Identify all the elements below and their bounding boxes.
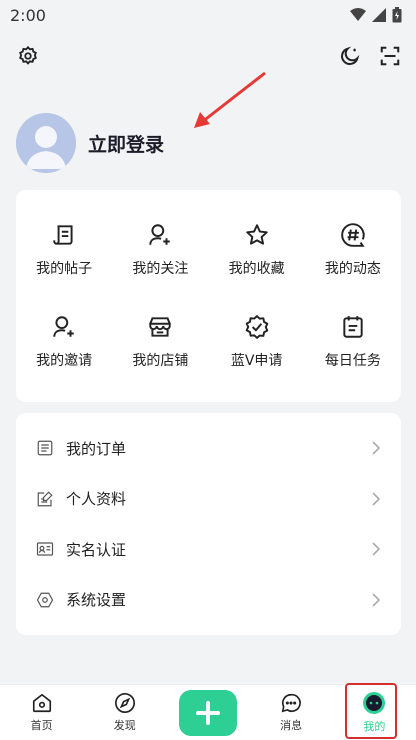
chevron-right-icon <box>372 542 381 556</box>
list-item-real-name-auth[interactable]: 实名认证 <box>16 524 401 575</box>
star-icon <box>245 224 268 245</box>
compass-icon <box>114 693 135 713</box>
avatar[interactable] <box>16 113 76 173</box>
list-item-my-orders[interactable]: 我的订单 <box>16 423 401 474</box>
follow-icon <box>149 224 171 245</box>
verified-icon <box>245 315 268 339</box>
profile-edit-icon <box>37 491 53 507</box>
grid-label: 我的动态 <box>324 261 381 277</box>
nav-discover[interactable]: 发现 <box>83 685 166 740</box>
grid-label: 我的收藏 <box>228 261 285 277</box>
settings-gear-icon[interactable] <box>14 42 42 70</box>
chevron-right-icon <box>372 492 381 506</box>
grid-item-my-invites[interactable]: 我的邀请 <box>16 296 112 388</box>
wifi-icon <box>350 8 366 21</box>
nav-publish[interactable] <box>166 685 249 740</box>
grid-label: 我的店铺 <box>132 353 189 369</box>
grid-item-daily-tasks[interactable]: 每日任务 <box>305 296 401 388</box>
grid-label: 我的邀请 <box>36 353 93 369</box>
list-item-profile[interactable]: 个人资料 <box>16 474 401 525</box>
grid-item-my-store[interactable]: 我的店铺 <box>112 296 208 388</box>
list-item-label: 系统设置 <box>66 591 127 610</box>
list-item-label: 我的订单 <box>66 439 127 458</box>
status-icons <box>350 7 402 23</box>
settings-list: 我的订单 个人资料 实名认证 系统设置 <box>16 413 401 635</box>
login-profile[interactable]: 立即登录 <box>16 113 164 173</box>
login-text[interactable]: 立即登录 <box>88 130 164 157</box>
battery-icon <box>392 7 402 23</box>
hexagon-settings-icon <box>36 592 54 608</box>
grid-item-my-posts[interactable]: 我的帖子 <box>16 204 112 296</box>
chevron-right-icon <box>372 593 381 607</box>
night-mode-icon[interactable] <box>336 42 364 70</box>
chevron-right-icon <box>372 441 381 455</box>
grid-label: 我的帖子 <box>36 261 93 277</box>
publish-button[interactable] <box>178 689 237 736</box>
bottom-nav: 首页 发现 消息 我的 <box>0 684 416 740</box>
invite-icon <box>53 316 74 337</box>
nav-home[interactable]: 首页 <box>0 685 83 740</box>
status-time: 2:00 <box>10 5 46 25</box>
list-item-label: 个人资料 <box>66 490 127 509</box>
list-item-label: 实名认证 <box>66 540 127 559</box>
grid-item-my-favorites[interactable]: 我的收藏 <box>209 204 305 296</box>
order-icon <box>37 440 53 456</box>
nav-label: 我的 <box>363 720 386 733</box>
message-icon <box>281 693 302 713</box>
scan-icon[interactable] <box>376 42 404 70</box>
nav-label: 消息 <box>280 719 303 732</box>
task-icon <box>343 316 363 338</box>
nav-me[interactable]: 我的 <box>333 685 416 740</box>
grid-item-blue-v-apply[interactable]: 蓝V申请 <box>209 296 305 388</box>
post-icon <box>53 225 73 245</box>
grid-label: 蓝V申请 <box>230 353 283 369</box>
grid-label: 每日任务 <box>324 353 381 369</box>
status-bar: 2:00 <box>0 0 416 30</box>
nav-label: 发现 <box>113 719 136 732</box>
nav-messages[interactable]: 消息 <box>250 685 333 740</box>
signal-icon <box>372 8 386 22</box>
grid-item-my-activity[interactable]: 我的动态 <box>305 204 401 296</box>
annotation-arrow <box>194 71 266 128</box>
top-bar <box>0 40 416 72</box>
home-icon <box>32 693 51 713</box>
nav-label: 首页 <box>30 719 53 732</box>
store-icon <box>149 317 172 337</box>
id-card-icon <box>36 542 54 556</box>
plus-icon <box>195 700 220 725</box>
feature-grid: 我的帖子 我的关注 我的收藏 我的动态 我的邀请 我的店铺 蓝V申请 每日任务 <box>16 190 401 402</box>
hashtag-icon <box>341 223 365 247</box>
grid-label: 我的关注 <box>132 261 189 277</box>
list-item-system-settings[interactable]: 系统设置 <box>16 575 401 626</box>
grid-item-my-follows[interactable]: 我的关注 <box>112 204 208 296</box>
me-icon <box>363 692 386 714</box>
